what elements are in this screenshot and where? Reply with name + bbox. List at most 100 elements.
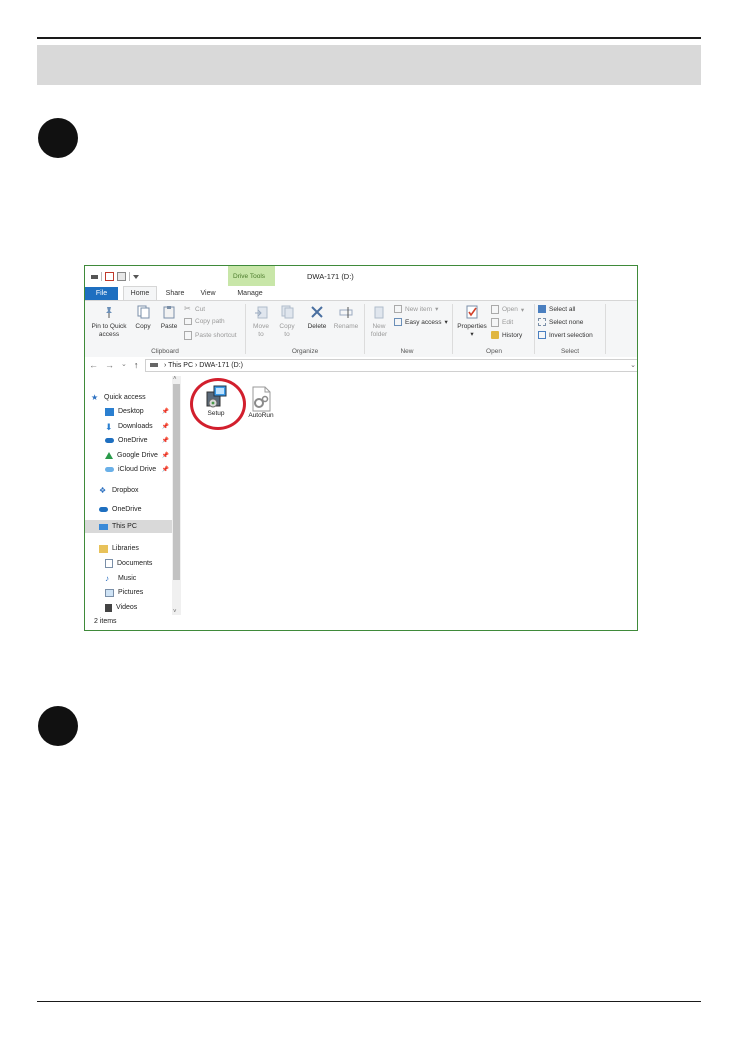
nav-this-pc[interactable]: This PC	[85, 520, 173, 533]
easy-access-button[interactable]: Easy access ▾	[394, 318, 448, 326]
pin-icon: 📌	[161, 453, 169, 459]
star-icon: ★	[91, 392, 99, 402]
top-rule	[37, 37, 701, 39]
nav-onedrive-pinned[interactable]: OneDrive 📌	[105, 434, 171, 447]
edit-button[interactable]: Edit	[491, 318, 513, 327]
new-folder-button[interactable]: New folder	[368, 305, 390, 339]
properties-button[interactable]: Properties ▾	[456, 305, 488, 338]
title-bar	[85, 266, 637, 286]
tab-manage[interactable]: Manage	[230, 287, 270, 300]
step-2-bullet	[38, 706, 78, 746]
libraries-folder-icon	[99, 544, 108, 553]
pin-icon	[106, 307, 112, 318]
nav-scrollbar[interactable]: ˄ ˅	[172, 376, 181, 615]
paste-shortcut-icon	[184, 331, 192, 340]
window-title: DWA-171 (D:)	[307, 272, 354, 281]
dropbox-icon: ❖	[99, 485, 107, 495]
tab-view[interactable]: View	[195, 287, 221, 300]
up-arrow-icon[interactable]: ↑	[134, 360, 139, 370]
open-icon	[491, 305, 499, 314]
drive-small-icon[interactable]	[91, 274, 98, 279]
new-item-button[interactable]: New item ▾	[394, 305, 438, 313]
new-group-label: New	[400, 348, 414, 355]
navigation-pane: ★ Quick access Desktop 📌 ⬇ Downloads 📌 O…	[85, 376, 181, 615]
chevron-down-icon: ▾	[470, 331, 474, 338]
cloud-icon	[105, 438, 114, 443]
item-count: 2 items	[94, 618, 117, 625]
clipboard-icon	[163, 306, 175, 319]
clipboard-group-label: Clipboard	[151, 348, 179, 355]
scrollbar-thumb[interactable]	[173, 384, 180, 580]
nav-downloads[interactable]: ⬇ Downloads 📌	[105, 420, 171, 433]
drive-icon	[150, 363, 158, 368]
invert-selection-icon	[538, 331, 546, 339]
computer-icon	[99, 523, 108, 530]
open-button[interactable]: Open ▾	[491, 305, 524, 314]
breadcrumb-separator-icon: ›	[194, 362, 198, 369]
copy-to-button[interactable]: Copy to	[276, 305, 298, 339]
pictures-icon	[105, 588, 114, 597]
open-group-label: Open	[486, 348, 502, 355]
tab-home[interactable]: Home	[123, 286, 157, 301]
group-separator	[245, 304, 246, 354]
move-to-button[interactable]: Move to	[250, 305, 272, 339]
cut-button[interactable]: ✂ Cut	[184, 305, 205, 313]
copy-to-icon	[281, 305, 294, 319]
tab-share[interactable]: Share	[161, 287, 189, 300]
drive-tools-label: Drive Tools	[233, 273, 266, 280]
address-bar[interactable]: › This PC › DWA-171 (D:) ⌄	[145, 359, 637, 372]
delete-button[interactable]: Delete	[306, 305, 328, 330]
organize-group-label: Organize	[291, 348, 319, 355]
group-separator	[364, 304, 365, 354]
breadcrumb-drive[interactable]: DWA-171 (D:)	[199, 362, 243, 369]
new-folder-icon	[374, 306, 384, 319]
history-button[interactable]: History	[491, 331, 522, 339]
file-list: Setup AutoRun	[181, 376, 637, 615]
pin-to-quick-access-button[interactable]: Pin to Quick access	[89, 305, 129, 339]
group-separator	[534, 304, 535, 354]
copy-path-icon	[184, 318, 192, 325]
select-all-icon	[538, 305, 546, 313]
navigation-buttons: ← → ⌄ ↑	[89, 360, 138, 370]
paste-button[interactable]: Paste	[158, 305, 180, 330]
new-item-icon	[394, 305, 402, 313]
group-separator	[605, 304, 606, 354]
scroll-up-icon[interactable]: ˄	[173, 376, 177, 382]
nav-google-drive[interactable]: Google Drive 📌	[105, 449, 171, 462]
file-explorer-window: Drive Tools DWA-171 (D:) File Home Share…	[84, 265, 638, 631]
copy-path-button[interactable]: Copy path	[184, 318, 225, 325]
copy-button[interactable]: Copy	[132, 305, 154, 330]
nav-desktop[interactable]: Desktop 📌	[105, 405, 171, 418]
step-1-bullet	[38, 118, 78, 158]
forward-arrow-icon[interactable]: →	[105, 360, 114, 370]
tab-file[interactable]: File	[85, 287, 118, 300]
paste-shortcut-button[interactable]: Paste shortcut	[184, 331, 237, 340]
scissors-icon: ✂	[184, 304, 191, 313]
properties-check-icon[interactable]	[105, 272, 114, 281]
qat-separator	[129, 272, 130, 281]
nav-quick-access[interactable]: ★ Quick access	[91, 391, 177, 404]
breadcrumb-this-pc[interactable]: This PC	[168, 362, 193, 369]
google-drive-icon	[105, 452, 113, 459]
address-dropdown-icon[interactable]: ⌄	[630, 360, 636, 371]
pin-icon: 📌	[161, 438, 169, 444]
new-folder-small-icon[interactable]	[117, 272, 126, 281]
select-all-button[interactable]: Select all	[538, 305, 575, 313]
select-none-button[interactable]: Select none	[538, 318, 583, 326]
back-arrow-icon[interactable]: ←	[89, 360, 98, 370]
rename-button[interactable]: Rename	[332, 305, 360, 330]
address-row: ← → ⌄ ↑ › This PC › DWA-171 (D:) ⌄	[85, 357, 637, 374]
chevron-down-icon: ▾	[520, 306, 525, 314]
copy-icon	[137, 305, 150, 319]
chevron-down-icon: ▾	[435, 306, 439, 313]
invert-selection-button[interactable]: Invert selection	[538, 331, 593, 339]
breadcrumb-separator-icon: ›	[163, 362, 167, 369]
select-group-label: Select	[560, 348, 580, 355]
qat-dropdown-icon[interactable]	[133, 274, 139, 279]
recent-chevron-icon[interactable]: ⌄	[121, 360, 127, 370]
move-to-icon	[255, 306, 268, 319]
icloud-icon	[105, 467, 114, 472]
nav-icloud-drive[interactable]: iCloud Drive 📌	[105, 463, 171, 476]
history-icon	[491, 331, 499, 339]
chevron-down-icon: ▾	[444, 319, 448, 326]
